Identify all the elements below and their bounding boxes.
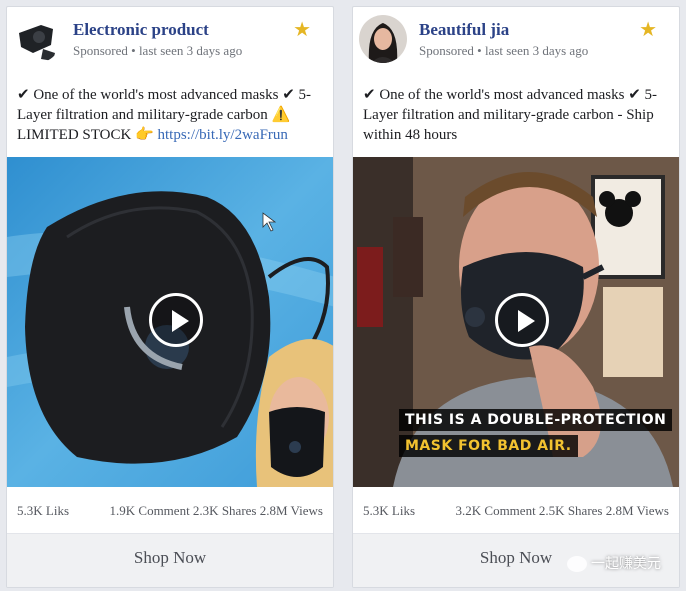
sponsored-meta: Sponsored • last seen 3 days ago xyxy=(419,43,589,58)
watermark: 一起赚美元 xyxy=(567,553,661,573)
engagement-stats: 5.3K Liks 1.9K Comment 2.3K Shares 2.8M … xyxy=(7,487,333,534)
ad-text: ✔ One of the world's most advanced masks… xyxy=(17,85,325,145)
star-icon[interactable]: ★ xyxy=(639,17,657,42)
watermark-text: 一起赚美元 xyxy=(591,556,661,572)
ad-link[interactable]: https://bit.ly/2waFrun xyxy=(157,127,287,143)
shop-now-button[interactable]: Shop Now xyxy=(7,534,333,587)
star-icon[interactable]: ★ xyxy=(293,17,311,42)
ad-card-1: Electronic product Sponsored • last seen… xyxy=(6,6,334,588)
ad-header: Beautiful jia Sponsored • last seen 3 da… xyxy=(353,7,679,75)
video-caption-line-2: MASK FOR BAD AIR. xyxy=(399,435,578,457)
page-name[interactable]: Electronic product xyxy=(73,20,209,40)
ad-video[interactable]: THIS IS A DOUBLE-PROTECTION MASK FOR BAD… xyxy=(353,157,679,487)
likes-count[interactable]: 5.3K Liks xyxy=(363,503,415,519)
page-name[interactable]: Beautiful jia xyxy=(419,20,509,40)
engagement-stats: 5.3K Liks 3.2K Comment 2.5K Shares 2.8M … xyxy=(353,487,679,534)
ad-card-2: Beautiful jia Sponsored • last seen 3 da… xyxy=(352,6,680,588)
ad-header: Electronic product Sponsored • last seen… xyxy=(7,7,333,75)
engagement-counts[interactable]: 3.2K Comment 2.5K Shares 2.8M Views xyxy=(456,503,669,519)
sponsored-meta: Sponsored • last seen 3 days ago xyxy=(73,43,243,58)
play-button[interactable] xyxy=(495,293,549,347)
video-caption-line-1: THIS IS A DOUBLE-PROTECTION xyxy=(399,409,673,431)
likes-count[interactable]: 5.3K Liks xyxy=(17,503,69,519)
play-button[interactable] xyxy=(149,293,203,347)
ad-text: ✔ One of the world's most advanced masks… xyxy=(363,85,671,145)
engagement-counts[interactable]: 1.9K Comment 2.3K Shares 2.8M Views xyxy=(110,503,323,519)
page-avatar[interactable] xyxy=(13,15,61,63)
ad-video[interactable] xyxy=(7,157,333,487)
page-avatar[interactable] xyxy=(359,15,407,63)
ad-body-text: ✔ One of the world's most advanced masks… xyxy=(363,87,658,143)
wechat-icon xyxy=(567,556,587,572)
